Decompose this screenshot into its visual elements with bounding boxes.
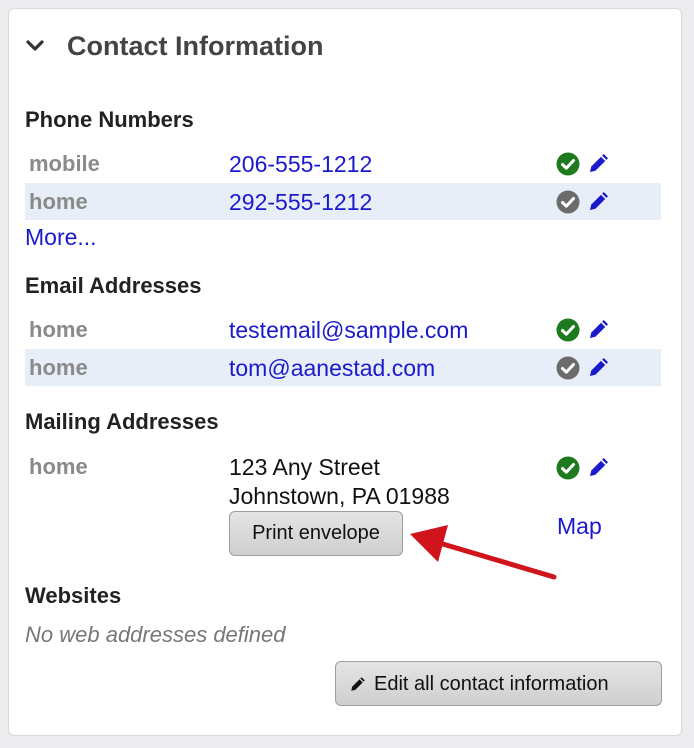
pencil-icon[interactable] [587, 189, 611, 213]
contact-info-panel: Contact Information Phone Numbers mobile… [8, 8, 682, 736]
email-type-label: home [29, 317, 88, 342]
phone-number-link[interactable]: 292-555-1212 [229, 189, 372, 216]
pencil-icon[interactable] [587, 455, 611, 479]
address-line-1: 123 Any Street [229, 454, 380, 480]
edit-all-contact-label: Edit all contact information [374, 673, 609, 695]
pencil-icon [351, 677, 365, 691]
email-address-link[interactable]: testemail@sample.com [229, 317, 468, 344]
check-circle-icon [556, 318, 580, 342]
phone-type-label: home [29, 189, 88, 214]
check-circle-icon [556, 456, 580, 480]
edit-all-contact-button[interactable]: Edit all contact information [335, 661, 662, 706]
websites-section-title: Websites [25, 583, 122, 608]
more-phones-link[interactable]: More... [25, 224, 97, 251]
panel-header[interactable]: Contact Information [9, 9, 681, 89]
address-line-2: Johnstown, PA 01988 [229, 483, 450, 509]
email-address-link[interactable]: tom@aanestad.com [229, 355, 435, 382]
pencil-icon[interactable] [587, 151, 611, 175]
chevron-down-icon[interactable] [25, 36, 45, 56]
no-websites-message: No web addresses defined [25, 622, 286, 647]
phone-number-link[interactable]: 206-555-1212 [229, 151, 372, 178]
check-circle-icon [556, 190, 580, 214]
map-link[interactable]: Map [557, 513, 602, 540]
address-type-label: home [29, 454, 88, 479]
pencil-icon[interactable] [587, 355, 611, 379]
phone-row: home 292-555-1212 [25, 183, 661, 220]
print-envelope-button[interactable]: Print envelope [229, 511, 403, 556]
check-circle-icon [556, 356, 580, 380]
email-row: home tom@aanestad.com [25, 349, 661, 386]
phone-row: mobile 206-555-1212 [25, 145, 661, 182]
email-row: home testemail@sample.com [25, 311, 661, 348]
phone-type-label: mobile [29, 151, 100, 176]
check-circle-icon [556, 152, 580, 176]
email-type-label: home [29, 355, 88, 380]
pencil-icon[interactable] [587, 317, 611, 341]
mailing-address-row: home 123 Any Street Johnstown, PA 01988 … [25, 449, 661, 569]
phone-section-title: Phone Numbers [25, 107, 194, 132]
mailing-section-title: Mailing Addresses [25, 409, 219, 434]
email-section-title: Email Addresses [25, 273, 202, 298]
panel-title: Contact Information [67, 31, 324, 61]
